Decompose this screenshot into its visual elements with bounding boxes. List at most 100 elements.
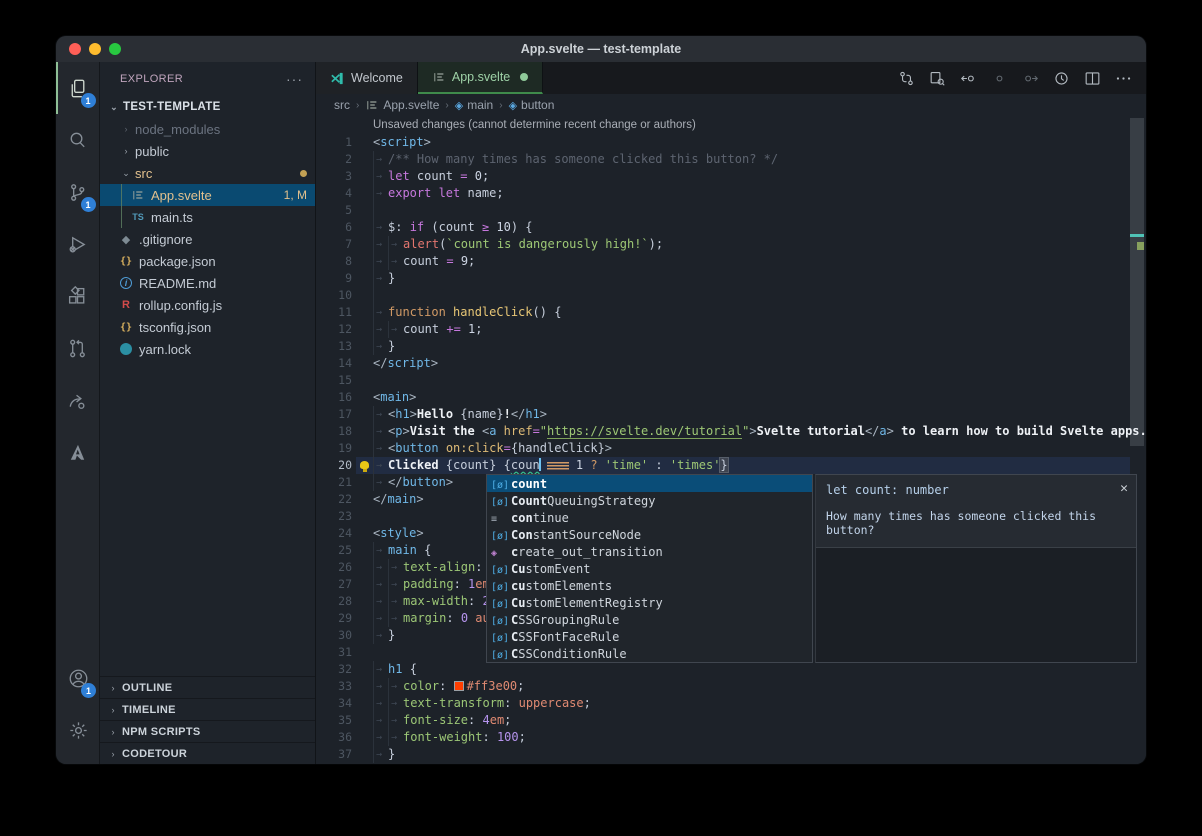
breadcrumb-src[interactable]: src <box>334 98 350 112</box>
tree-root-test-template[interactable]: ⌄TEST-TEMPLATE <box>100 96 315 118</box>
code-line-4[interactable]: 4→export let name; <box>316 185 1146 202</box>
code-line-35[interactable]: 35→→font-size: 4em; <box>316 712 1146 729</box>
suggestion-item-create-out-transition[interactable]: ◈create_out_transition <box>487 543 812 560</box>
code-line-8[interactable]: 8→→count = 9; <box>316 253 1146 270</box>
breadcrumb-main[interactable]: ◈main <box>455 98 493 112</box>
split-editor-icon[interactable] <box>1081 67 1103 89</box>
activity-azure-icon[interactable] <box>56 426 100 478</box>
suggestion-item-count[interactable]: [ø]count <box>487 475 812 492</box>
lightbulb-icon[interactable] <box>360 461 369 469</box>
activity-extensions-icon[interactable] <box>56 270 100 322</box>
next-change-icon[interactable] <box>1019 67 1041 89</box>
previous-change-icon[interactable] <box>957 67 979 89</box>
activity-live-share-icon[interactable] <box>56 374 100 426</box>
compare-with-icon[interactable] <box>926 67 948 89</box>
editor-group: WelcomeApp.svelte src›App.svelte›◈main›◈… <box>316 62 1146 764</box>
more-actions-icon[interactable] <box>1112 67 1134 89</box>
code-line-9[interactable]: 9→} <box>316 270 1146 287</box>
code-line-10[interactable]: 10 <box>316 287 1146 304</box>
breadcrumb-app-svelte[interactable]: App.svelte <box>365 98 439 112</box>
close-button[interactable] <box>69 43 81 55</box>
sidebar-section-codetour[interactable]: ›CODETOUR <box>100 742 315 764</box>
tree-item-public[interactable]: ›public <box>100 140 315 162</box>
activity-github-pr-icon[interactable] <box>56 322 100 374</box>
code-line-12[interactable]: 12→→count += 1; <box>316 321 1146 338</box>
code-line-37[interactable]: 37→} <box>316 746 1146 763</box>
code-line-14[interactable]: 14</script> <box>316 355 1146 372</box>
zoom-button[interactable] <box>109 43 121 55</box>
suggestion-item-constantsourcenode[interactable]: [ø]ConstantSourceNode <box>487 526 812 543</box>
code-line-7[interactable]: 7→→alert(`count is dangerously high!`); <box>316 236 1146 253</box>
suggestion-item-continue[interactable]: ≡continue <box>487 509 812 526</box>
activity-accounts-icon[interactable]: 1 <box>56 652 100 704</box>
code-line-33[interactable]: 33→→color: #ff3e00; <box>316 678 1146 695</box>
variable-icon: [ø] <box>491 562 511 576</box>
close-icon[interactable]: ✕ <box>1120 481 1128 496</box>
sidebar-section-outline[interactable]: ›OUTLINE <box>100 676 315 698</box>
code-line-18[interactable]: 18→<p>Visit the <a href="https://svelte.… <box>316 423 1146 440</box>
suggestion-item-customelementregistry[interactable]: [ø]CustomElementRegistry <box>487 594 812 611</box>
line-number: 26 <box>316 559 352 576</box>
code-line-19[interactable]: 19→<button on:click={handleClick}> <box>316 440 1146 457</box>
suggestion-item-countqueuingstrategy[interactable]: [ø]CountQueuingStrategy <box>487 492 812 509</box>
line-number: 25 <box>316 542 352 559</box>
sidebar-section-timeline[interactable]: ›TIMELINE <box>100 698 315 720</box>
suggestion-item-customelements[interactable]: [ø]customElements <box>487 577 812 594</box>
tree-item-package-json[interactable]: {}package.json <box>100 250 315 272</box>
code-line-15[interactable]: 15 <box>316 372 1146 389</box>
suggestion-item-cssconditionrule[interactable]: [ø]CSSConditionRule <box>487 645 812 662</box>
file-history-icon[interactable] <box>1050 67 1072 89</box>
tree-item-readme-md[interactable]: iREADME.md <box>100 272 315 294</box>
tree-item-main-ts[interactable]: TSmain.ts <box>100 206 315 228</box>
tree-item-node-modules[interactable]: ›node_modules <box>100 118 315 140</box>
code-line-6[interactable]: 6→$: if (count ≥ 10) { <box>316 219 1146 236</box>
activity-settings-gear-icon[interactable] <box>56 704 100 756</box>
module-icon: ◈ <box>491 545 511 559</box>
breadcrumb-button[interactable]: ◈button <box>509 98 555 112</box>
code-line-3[interactable]: 3→let count = 0; <box>316 168 1146 185</box>
code-line-20[interactable]: 20→Clicked {count} {coun === 1 ? 'time' … <box>316 457 1146 474</box>
code-line-2[interactable]: 2→/** How many times has someone clicked… <box>316 151 1146 168</box>
changes-icon[interactable] <box>988 67 1010 89</box>
line-number: 4 <box>316 185 352 202</box>
tree-item-src[interactable]: ⌄src <box>100 162 315 184</box>
code-line-32[interactable]: 32→h1 { <box>316 661 1146 678</box>
code-line-11[interactable]: 11→function handleClick() { <box>316 304 1146 321</box>
variable-icon: [ø] <box>491 494 511 508</box>
sidebar-section-npm-scripts[interactable]: ›NPM SCRIPTS <box>100 720 315 742</box>
open-changes-icon[interactable] <box>895 67 917 89</box>
activity-run-debug-icon[interactable] <box>56 218 100 270</box>
line-number: 34 <box>316 695 352 712</box>
tree-item-app-svelte[interactable]: App.svelte1, M <box>100 184 315 206</box>
explorer-more-actions-button[interactable]: ··· <box>286 71 303 87</box>
line-number: 30 <box>316 627 352 644</box>
code-editor[interactable]: Unsaved changes (cannot determine recent… <box>316 116 1146 764</box>
json-icon: {} <box>118 253 134 269</box>
code-line-16[interactable]: 16<main> <box>316 389 1146 406</box>
tree-item-yarn-lock[interactable]: yarn.lock <box>100 338 315 360</box>
suggestion-item-cssgroupingrule[interactable]: [ø]CSSGroupingRule <box>487 611 812 628</box>
activity-source-control-icon[interactable]: 1 <box>56 166 100 218</box>
code-line-5[interactable]: 5 <box>316 202 1146 219</box>
code-line-36[interactable]: 36→→font-weight: 100; <box>316 729 1146 746</box>
tab-welcome[interactable]: Welcome <box>316 62 418 94</box>
line-number: 12 <box>316 321 352 338</box>
line-number: 28 <box>316 593 352 610</box>
tree-item-gitignore[interactable]: ◆.gitignore <box>100 228 315 250</box>
tree-item-tsconfig-json[interactable]: {}tsconfig.json <box>100 316 315 338</box>
suggestion-item-customevent[interactable]: [ø]CustomEvent <box>487 560 812 577</box>
activity-explorer-icon[interactable]: 1 <box>56 62 100 114</box>
code-line-17[interactable]: 17→<h1>Hello {name}!</h1> <box>316 406 1146 423</box>
line-number: 35 <box>316 712 352 729</box>
svelte-lines-icon <box>432 70 446 84</box>
code-line-34[interactable]: 34→→text-transform: uppercase; <box>316 695 1146 712</box>
code-line-1[interactable]: 1<script> <box>316 134 1146 151</box>
activity-search-icon[interactable] <box>56 114 100 166</box>
tree-item-rollup-config-js[interactable]: Rrollup.config.js <box>100 294 315 316</box>
minimize-button[interactable] <box>89 43 101 55</box>
suggestion-item-cssfontfacerule[interactable]: [ø]CSSFontFaceRule <box>487 628 812 645</box>
tab-app-svelte[interactable]: App.svelte <box>418 62 543 94</box>
code-line-13[interactable]: 13→} <box>316 338 1146 355</box>
symbol-icon: ◈ <box>509 99 517 112</box>
dirty-indicator[interactable] <box>520 73 528 81</box>
